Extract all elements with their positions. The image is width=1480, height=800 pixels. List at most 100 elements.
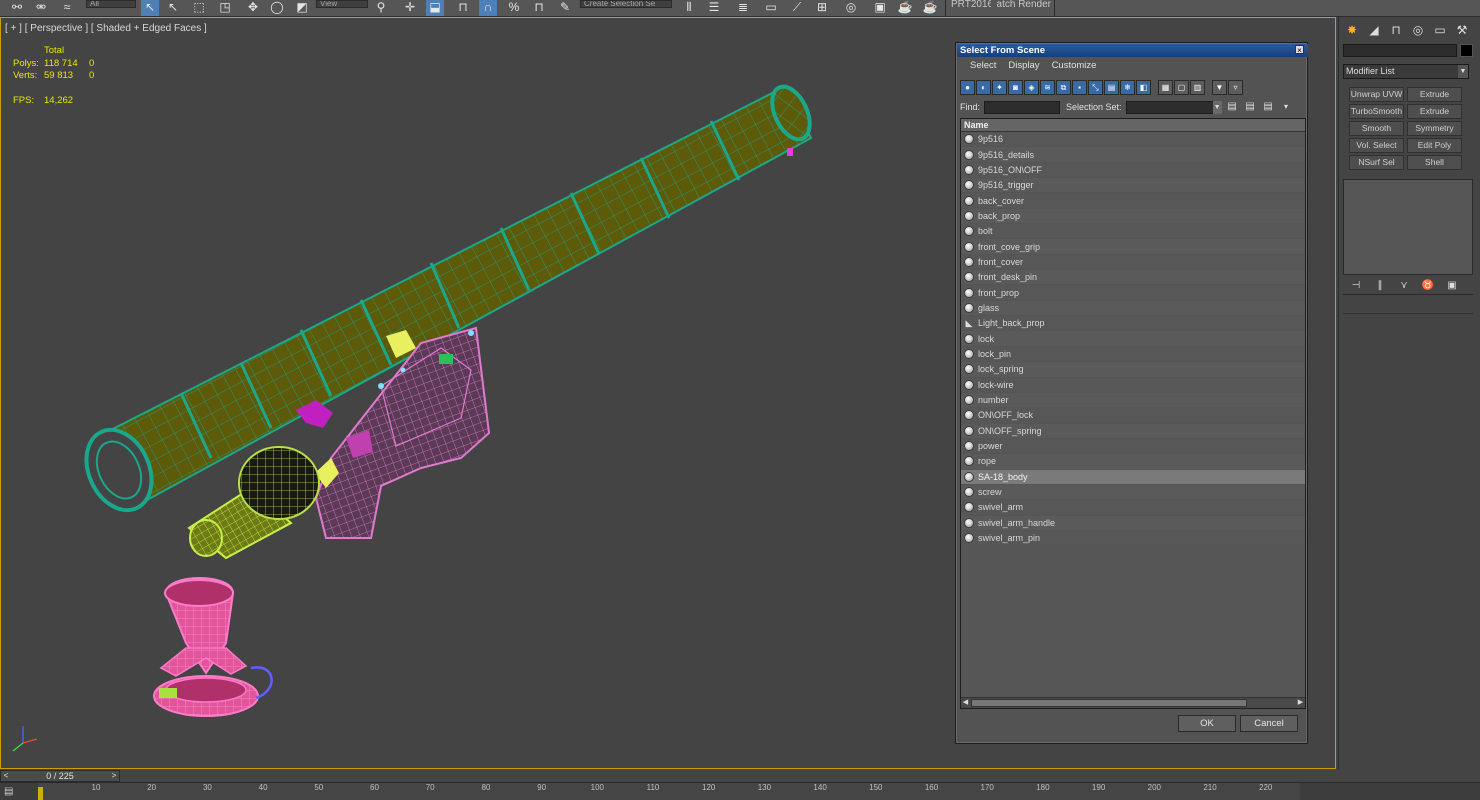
list-item[interactable]: ◣ Light_back_prop xyxy=(961,316,1305,332)
extrude-button[interactable]: Extrude xyxy=(1407,87,1462,102)
ok-button[interactable]: OK xyxy=(1178,715,1236,732)
render-production-icon[interactable]: ☕ xyxy=(921,0,939,16)
display-spacewarps-icon[interactable]: ≋ xyxy=(1040,80,1055,95)
list-item[interactable]: front_prop xyxy=(961,285,1305,301)
toggle-ribbon-icon[interactable]: ▭ xyxy=(762,0,780,16)
display-frozen-icon[interactable]: ❄ xyxy=(1120,80,1135,95)
keyboard-shortcut-icon[interactable]: ⬓ xyxy=(426,0,444,16)
list-item[interactable]: 9p516_trigger xyxy=(961,178,1305,194)
percent-snap-icon[interactable]: % xyxy=(505,0,523,16)
list-item[interactable]: swivel_arm_handle xyxy=(961,515,1305,531)
display-xrefs-icon[interactable]: ▪ xyxy=(1072,80,1087,95)
add-to-selection-set-icon[interactable]: ▤ xyxy=(1243,100,1258,114)
schematic-view-icon[interactable]: ⊞ xyxy=(813,0,831,16)
invert-selection-icon[interactable]: ▥ xyxy=(1190,80,1205,95)
display-geometry-icon[interactable]: ● xyxy=(960,80,975,95)
name-column-header[interactable]: Name xyxy=(961,119,1305,132)
pivot-center-icon[interactable]: ⚲ xyxy=(372,0,390,16)
select-all-icon[interactable]: ▦ xyxy=(1158,80,1173,95)
list-item[interactable]: lock_spring xyxy=(961,362,1305,378)
list-item[interactable]: lock-wire xyxy=(961,377,1305,393)
rect-selection-icon[interactable]: ⬚ xyxy=(190,0,208,16)
display-groups-icon[interactable]: ⧉ xyxy=(1056,80,1071,95)
time-slider[interactable]: < 0 / 225 > xyxy=(0,770,120,782)
edit-poly-button[interactable]: Edit Poly xyxy=(1407,138,1462,153)
shell-button[interactable]: Shell xyxy=(1407,155,1462,170)
turbosmooth-button[interactable]: TurboSmooth xyxy=(1349,104,1404,119)
display-cameras-icon[interactable]: ◙ xyxy=(1008,80,1023,95)
selection-set-dropdown[interactable]: ▼ xyxy=(1125,100,1222,114)
list-item[interactable]: power xyxy=(961,438,1305,455)
material-editor-icon[interactable]: ◎ xyxy=(842,0,860,16)
current-frame-marker[interactable] xyxy=(38,787,43,800)
motion-tab-icon[interactable]: ◎ xyxy=(1409,21,1427,39)
align-icon[interactable]: ☰ xyxy=(705,0,723,16)
list-item[interactable]: lock_pin xyxy=(961,346,1305,363)
list-item[interactable]: front_desk_pin xyxy=(961,270,1305,286)
frame-ruler[interactable]: 10 20 30 40 50 60 70 80 90 100 110 120 130 140 150 160 1… xyxy=(38,783,1300,800)
select-by-name-icon[interactable]: ↖ xyxy=(164,0,182,16)
display-helpers-icon[interactable]: ◈ xyxy=(1024,80,1039,95)
scene-object-list[interactable]: Name 9p516 9p516_details 9p516_ON\OFF 9p516… xyxy=(960,118,1306,709)
cancel-button[interactable]: Cancel xyxy=(1240,715,1298,732)
list-item[interactable]: lock xyxy=(961,331,1305,347)
create-selection-set-icon[interactable]: ▤ xyxy=(1225,100,1240,114)
spinner-snap-icon[interactable]: ⊓ xyxy=(530,0,548,16)
object-color-swatch[interactable] xyxy=(1460,44,1473,57)
list-item[interactable]: back_cover xyxy=(961,193,1305,209)
list-item[interactable]: ON\OFF_spring xyxy=(961,423,1305,439)
menu-display[interactable]: Display xyxy=(1003,58,1044,75)
configure-modifier-sets-icon[interactable]: ▣ xyxy=(1445,279,1459,293)
end-cap-mesh[interactable] xyxy=(153,577,273,717)
symmetry-button[interactable]: Symmetry xyxy=(1407,121,1462,136)
edit-named-sel-icon[interactable]: ✎ xyxy=(556,0,574,16)
list-item[interactable]: ON\OFF_lock xyxy=(961,408,1305,424)
list-item[interactable]: rope xyxy=(961,454,1305,470)
reference-coord-dropdown[interactable]: View xyxy=(316,0,368,8)
mini-curve-editor-icon[interactable]: ▤ xyxy=(4,786,24,798)
unlink-icon[interactable]: ⚮ xyxy=(32,0,50,16)
pin-stack-icon[interactable]: ⊣ xyxy=(1349,279,1363,293)
selection-set-input[interactable] xyxy=(1125,100,1222,114)
list-item[interactable]: 9p516_details xyxy=(961,147,1305,163)
list-item[interactable]: glass xyxy=(961,300,1305,317)
dialog-title[interactable]: Select From Scene xyxy=(957,44,1308,57)
list-item[interactable]: front_cove_grip xyxy=(961,239,1305,255)
display-bones-icon[interactable]: ⤡ xyxy=(1088,80,1103,95)
snaps-toggle-icon[interactable]: ⊓ xyxy=(454,0,472,16)
display-hidden-icon[interactable]: ◧ xyxy=(1136,80,1151,95)
select-rotate-icon[interactable]: ◯ xyxy=(268,0,286,16)
display-containers-icon[interactable]: ▤ xyxy=(1104,80,1119,95)
extrude-button-2[interactable]: Extrude xyxy=(1407,104,1462,119)
mirror-icon[interactable]: ⫴ xyxy=(680,0,698,16)
list-item[interactable]: screw xyxy=(961,484,1305,501)
modifier-list-dropdown[interactable]: Modifier List ▼ xyxy=(1343,64,1469,79)
rendered-frame-icon[interactable]: ☕ xyxy=(896,0,914,16)
vol-select-button[interactable]: Vol. Select xyxy=(1349,138,1404,153)
smooth-button[interactable]: Smooth xyxy=(1349,121,1404,136)
modify-tab-icon[interactable]: ◢ xyxy=(1365,21,1383,39)
filter-options-icon[interactable]: ▿ xyxy=(1228,80,1243,95)
object-name-field[interactable] xyxy=(1343,44,1457,57)
make-unique-icon[interactable]: ⋎ xyxy=(1397,279,1411,293)
dialog-close-button[interactable]: × xyxy=(1295,45,1304,55)
menu-select[interactable]: Select xyxy=(965,58,1001,75)
list-item[interactable]: back_prop xyxy=(961,208,1305,225)
selection-filter-dropdown[interactable]: All xyxy=(86,0,136,8)
perspective-viewport[interactable]: [ + ] [ Perspective ] [ Shaded + Edged F… xyxy=(0,17,1336,769)
select-manipulate-icon[interactable]: ✛ xyxy=(401,0,419,16)
scroll-left-icon[interactable]: ◀ xyxy=(961,698,970,708)
more-options-icon[interactable]: ▾ xyxy=(1279,100,1294,114)
chevron-down-icon[interactable]: ▼ xyxy=(1458,65,1468,78)
layer-manager-icon[interactable]: ≣ xyxy=(734,0,752,16)
filter-icon[interactable]: ▼ xyxy=(1212,80,1227,95)
scrollbar-thumb[interactable] xyxy=(971,699,1247,707)
display-lights-icon[interactable]: ✦ xyxy=(992,80,1007,95)
list-item[interactable]: front_cover xyxy=(961,254,1305,271)
bind-space-warp-icon[interactable]: ≈ xyxy=(58,0,76,16)
remove-from-selection-set-icon[interactable]: ▤ xyxy=(1261,100,1276,114)
display-tab-icon[interactable]: ▭ xyxy=(1431,21,1449,39)
list-item[interactable]: SA-18_body xyxy=(961,469,1305,485)
curve-editor-icon[interactable]: ⟋ xyxy=(788,0,806,16)
create-tab-icon[interactable]: ✸ xyxy=(1343,21,1361,39)
